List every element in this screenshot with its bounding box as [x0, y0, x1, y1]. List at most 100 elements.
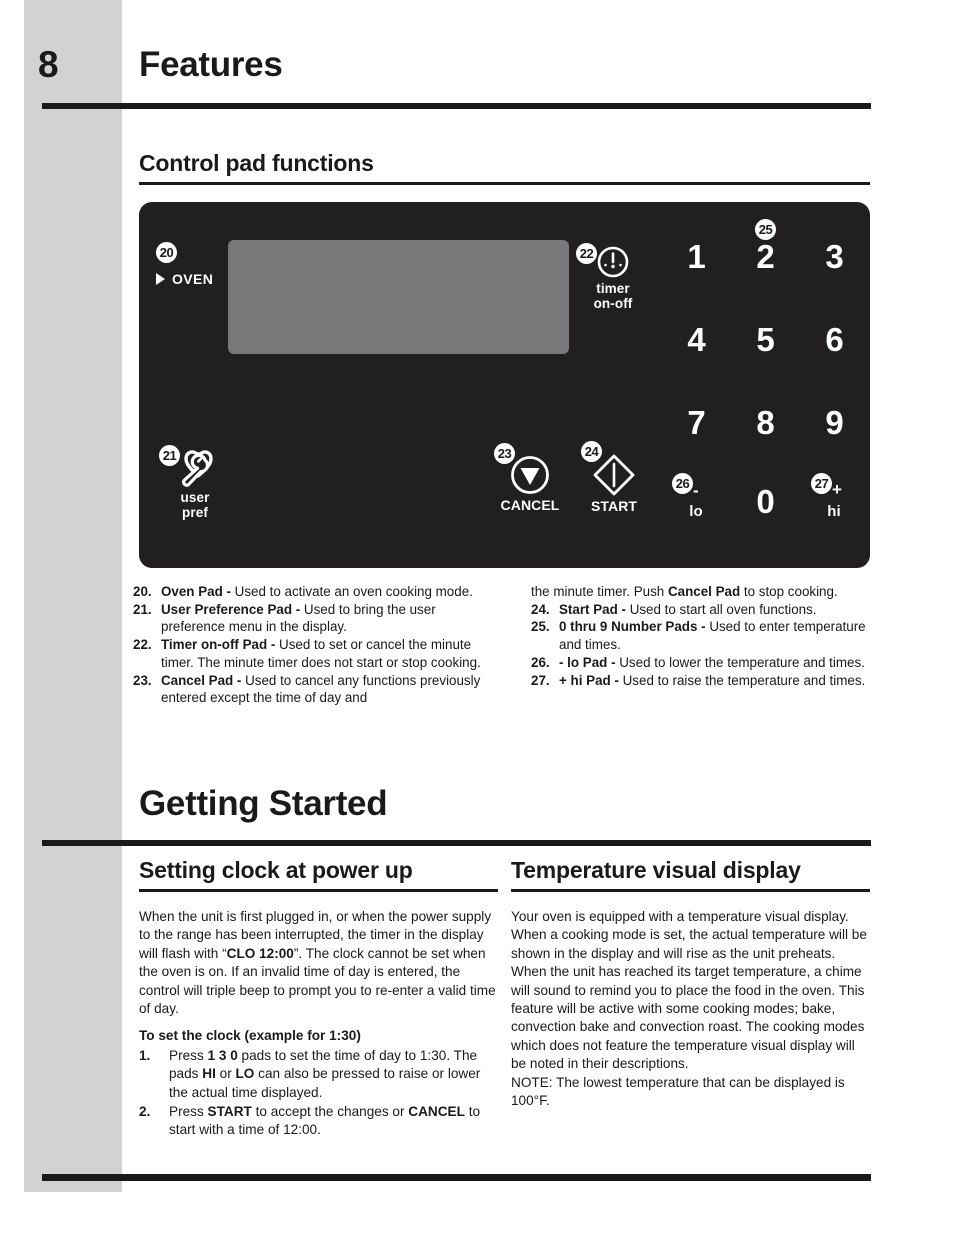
clock-step-1: 1. Press 1 3 0 pads to set the time of d… — [139, 1047, 499, 1102]
callout-item-text: Timer on-off Pad - Used to set or cancel… — [161, 636, 488, 671]
page-side-band — [24, 0, 122, 1192]
callout-item-text: + hi Pad - Used to raise the temperature… — [559, 672, 886, 690]
callout-item-text: User Preference Pad - Used to bring the … — [161, 601, 488, 636]
timer-on-off-label: timer on-off — [593, 281, 633, 311]
callout-item-bold: + hi Pad - — [559, 672, 623, 688]
callout-item-text: 0 thru 9 Number Pads - Used to enter tem… — [559, 618, 886, 653]
number-key-8[interactable]: 8 — [745, 404, 785, 442]
callout-item-number: 21. — [133, 601, 152, 617]
temperature-note: NOTE: The lowest temperature that can be… — [511, 1074, 845, 1109]
callout-item-text: Start Pad - Used to start all oven funct… — [559, 601, 886, 619]
number-key-4[interactable]: 4 — [676, 321, 716, 359]
cancel-pad-label: CANCEL — [500, 497, 560, 513]
hi-pad-label[interactable]: hi — [814, 504, 854, 519]
clock-body-column: When the unit is first plugged in, or wh… — [139, 908, 499, 1140]
continuation-post: to stop cooking. — [740, 584, 838, 599]
callout-column-right: the minute timer. Push Cancel Pad to sto… — [531, 583, 886, 689]
lo-pad-label[interactable]: lo — [676, 504, 716, 519]
callout-item-22: 22. Timer on-off Pad - Used to set or ca… — [133, 636, 488, 671]
step-bold-2: HI — [202, 1066, 216, 1082]
callout-item-23: 23. Cancel Pad - Used to cancel any func… — [133, 672, 488, 707]
number-key-7[interactable]: 7 — [676, 404, 716, 442]
callout-item-rest: Used to raise the temperature and times. — [622, 672, 866, 688]
step-bold-1: 1 3 0 — [207, 1047, 238, 1063]
step-text: Press START to accept the changes or CAN… — [169, 1103, 499, 1140]
callout-badge-26: 26 — [672, 473, 693, 494]
clock-paragraph: When the unit is first plugged in, or wh… — [139, 908, 499, 1018]
subsection-rule-left — [139, 889, 498, 892]
chapter-title-2: Getting Started — [139, 784, 388, 823]
step-mid-1: to accept the changes or — [251, 1104, 409, 1120]
step-pre: Press — [169, 1104, 208, 1120]
step-bold-3: LO — [235, 1066, 255, 1082]
clock-para-bold: CLO 12:00 — [226, 945, 294, 961]
callout-badge-25: 25 — [755, 219, 776, 240]
number-key-3[interactable]: 3 — [814, 238, 854, 276]
step-number: 1. — [139, 1047, 151, 1063]
callout-badge-22: 22 — [576, 243, 597, 264]
continuation-bold: Cancel Pad — [667, 584, 741, 599]
timer-clock-icon — [597, 246, 629, 278]
user-pref-label: user pref — [180, 490, 210, 520]
number-key-2[interactable]: 2 — [745, 238, 785, 276]
oven-pad-label: OVEN — [172, 271, 214, 287]
callout-item-24: 24. Start Pad - Used to start all oven f… — [531, 601, 886, 619]
footer-rule — [42, 1174, 871, 1181]
timer-on-off-pad[interactable]: timer on-off — [594, 244, 632, 311]
step-mid-2: or — [215, 1066, 236, 1082]
callout-item-bold: User Preference Pad - — [161, 601, 304, 617]
step-bold-2: CANCEL — [408, 1104, 465, 1120]
step-text: Press 1 3 0 pads to set the time of day … — [169, 1047, 499, 1102]
temperature-paragraph-1: Your oven is equipped with a temperature… — [511, 909, 867, 1072]
user-pref-pad[interactable]: user pref — [171, 450, 219, 520]
subsection-rule-right — [511, 889, 870, 892]
oven-pad[interactable]: OVEN — [156, 271, 213, 287]
continuation-pre: the minute timer. Push — [531, 584, 668, 599]
section-title: Control pad functions — [139, 150, 374, 176]
display-screen — [228, 240, 569, 354]
callout-item-bold: Start Pad - — [559, 601, 630, 617]
start-pad[interactable]: START — [591, 452, 637, 514]
callout-item-number: 23. — [133, 672, 152, 688]
cancel-pad[interactable]: CANCEL — [501, 454, 559, 513]
number-key-6[interactable]: 6 — [814, 321, 854, 359]
callout-item-rest: Used to activate an oven cooking mode. — [234, 584, 473, 599]
callout-badge-27: 27 — [811, 473, 832, 494]
callout-item-text: - lo Pad - Used to lower the temperature… — [559, 654, 886, 672]
callout-item-bold: 0 thru 9 Number Pads - — [559, 619, 710, 635]
callout-item-number: 25. — [531, 619, 550, 635]
number-key-5[interactable]: 5 — [745, 321, 785, 359]
plus-sign-icon: + — [832, 480, 842, 499]
callout-item-text: Cancel Pad - Used to cancel any function… — [161, 672, 488, 707]
callout-item-27: 27. + hi Pad - Used to raise the tempera… — [531, 672, 886, 690]
callout-item-bold: - lo Pad - — [559, 654, 620, 670]
minus-sign-icon: - — [693, 481, 699, 500]
clock-step-2: 2. Press START to accept the changes or … — [139, 1103, 499, 1140]
callout-item-25: 25. 0 thru 9 Number Pads - Used to enter… — [531, 618, 886, 653]
page-number: 8 — [38, 44, 59, 85]
diamond-bar-icon — [593, 454, 635, 496]
subsection-title-clock: Setting clock at power up — [139, 857, 413, 883]
getting-started-rule — [42, 840, 871, 846]
step-pre: Press — [169, 1047, 208, 1063]
step-bold-1: START — [207, 1104, 252, 1120]
callout-item-bold: Oven Pad - — [161, 584, 235, 599]
callout-item-20: 20. Oven Pad - Used to activate an oven … — [133, 583, 488, 601]
callout-item-number: 26. — [531, 654, 550, 670]
number-key-1[interactable]: 1 — [676, 238, 716, 276]
number-key-0[interactable]: 0 — [745, 483, 785, 521]
header-rule — [42, 103, 871, 109]
subsection-title-temperature: Temperature visual display — [511, 857, 801, 883]
callout-item-bold: Timer on-off Pad - — [161, 637, 280, 653]
callout-item-rest: Used to start all oven functions. — [629, 601, 817, 617]
clock-sub-heading: To set the clock (example for 1:30) — [139, 1028, 361, 1044]
callout-item-text: Oven Pad - Used to activate an oven cook… — [161, 583, 488, 601]
callout-item-26: 26. - lo Pad - Used to lower the tempera… — [531, 654, 886, 672]
callout-item-number: 22. — [133, 637, 152, 653]
manual-page: 8 Features Control pad functions 20 OVEN… — [0, 0, 954, 1235]
number-key-9[interactable]: 9 — [814, 404, 854, 442]
chapter-title: Features — [139, 45, 283, 84]
start-pad-label: START — [590, 498, 638, 514]
callout-badge-20: 20 — [156, 242, 177, 263]
step-number: 2. — [139, 1104, 151, 1120]
